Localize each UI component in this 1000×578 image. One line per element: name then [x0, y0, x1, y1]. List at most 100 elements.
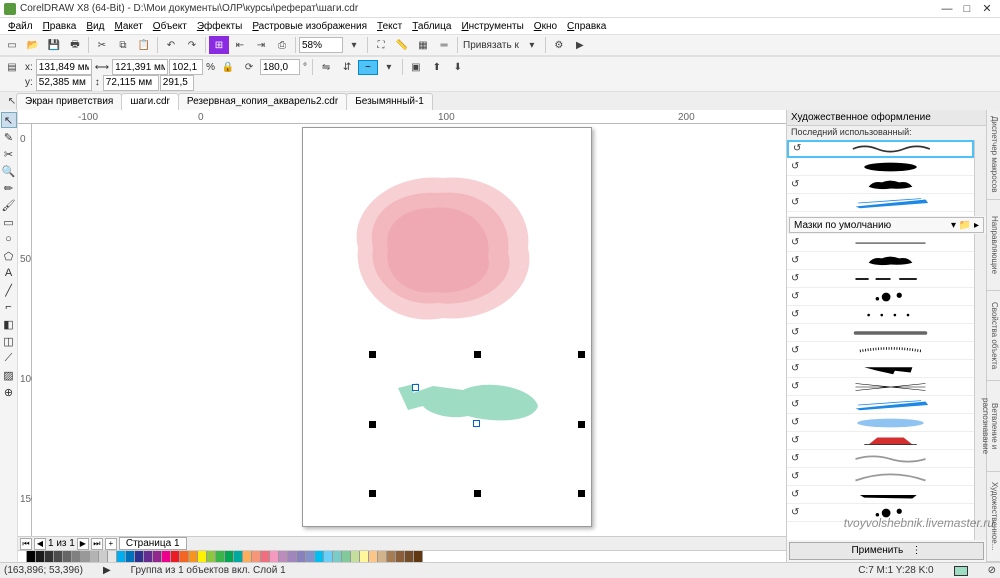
maximize-button[interactable]: □	[958, 2, 976, 16]
document-tab[interactable]: шаги.cdr	[121, 93, 179, 110]
ruler-horizontal[interactable]: -1000100200	[18, 110, 786, 124]
color-swatch[interactable]	[117, 551, 126, 562]
x-input[interactable]	[36, 59, 92, 75]
handle-nw[interactable]	[369, 351, 376, 358]
menu-объект[interactable]: Объект	[149, 21, 191, 32]
rotation-marker[interactable]	[412, 384, 419, 391]
color-swatch[interactable]	[387, 551, 396, 562]
mirror-h-button[interactable]: ⇋	[316, 58, 336, 76]
redo-button[interactable]: ↷	[182, 36, 202, 54]
text-tool[interactable]: A	[1, 265, 17, 281]
save-button[interactable]: 💾	[44, 36, 64, 54]
menu-инструменты[interactable]: Инструменты	[457, 21, 527, 32]
wrap-text-button[interactable]: ▣	[406, 58, 426, 76]
document-tab[interactable]: Безымянный-1	[346, 93, 433, 110]
freehand-tool[interactable]: ✏	[1, 180, 17, 196]
default-scrollbar[interactable]	[974, 234, 986, 540]
canvas-viewport[interactable]	[32, 124, 786, 536]
color-swatch[interactable]	[90, 551, 99, 562]
side-tab[interactable]: Ветвление и распознавание	[987, 381, 1000, 471]
brush-item[interactable]: ↺	[787, 252, 974, 270]
selection-center-marker[interactable]	[473, 420, 480, 427]
color-swatch[interactable]	[414, 551, 423, 562]
print-button[interactable]: 🖶	[65, 36, 85, 54]
color-swatch[interactable]	[234, 551, 243, 562]
brush-item[interactable]: ↺	[787, 270, 974, 288]
color-swatch[interactable]	[207, 551, 216, 562]
menu-правка[interactable]: Правка	[39, 21, 81, 32]
color-swatch[interactable]	[81, 551, 90, 562]
brush-item[interactable]: ↺	[787, 140, 974, 158]
color-swatch[interactable]	[198, 551, 207, 562]
brush-item[interactable]: ↺	[787, 414, 974, 432]
color-swatch[interactable]	[72, 551, 81, 562]
color-swatch[interactable]	[180, 551, 189, 562]
brush-item[interactable]: ↺	[787, 378, 974, 396]
color-swatch[interactable]	[108, 551, 117, 562]
color-swatch[interactable]	[99, 551, 108, 562]
color-swatch[interactable]	[63, 551, 72, 562]
color-swatch[interactable]	[153, 551, 162, 562]
color-swatch[interactable]	[270, 551, 279, 562]
document-tab[interactable]: Резервная_копия_акварель2.cdr	[178, 93, 347, 110]
color-swatch[interactable]	[369, 551, 378, 562]
w-input[interactable]	[112, 59, 168, 75]
color-swatch[interactable]	[351, 551, 360, 562]
menu-эффекты[interactable]: Эффекты	[193, 21, 246, 32]
brush-item[interactable]: ↺	[787, 468, 974, 486]
brush-item[interactable]: ↺	[787, 194, 974, 212]
y-input[interactable]	[36, 75, 92, 91]
handle-s[interactable]	[474, 490, 481, 497]
crop-tool[interactable]: ✂	[1, 146, 17, 162]
parallel-dim-tool[interactable]: ╱	[1, 282, 17, 298]
outline-none-icon[interactable]: ⊘	[988, 565, 996, 576]
color-swatch[interactable]	[18, 551, 27, 562]
minimize-button[interactable]: —	[938, 2, 956, 16]
grid-button[interactable]: ▦	[413, 36, 433, 54]
stroke-dropdown[interactable]: ▾	[379, 58, 399, 76]
export-button[interactable]: ⇥	[251, 36, 271, 54]
page-first-button[interactable]: ⏮	[20, 538, 32, 550]
menu-текст[interactable]: Текст	[373, 21, 406, 32]
brush-stroke-indicator[interactable]: ~	[358, 60, 378, 75]
brush-item[interactable]: ↺	[787, 360, 974, 378]
undo-button[interactable]: ↶	[161, 36, 181, 54]
recent-scrollbar[interactable]	[974, 140, 986, 216]
brush-item[interactable]: ↺	[787, 176, 974, 194]
zoom-dropdown[interactable]: ▾	[344, 36, 364, 54]
color-swatch[interactable]	[396, 551, 405, 562]
menu-файл[interactable]: Файл	[4, 21, 37, 32]
brush-item[interactable]: ↺	[787, 450, 974, 468]
zoom-input[interactable]	[299, 37, 343, 53]
paste-button[interactable]: 📋	[134, 36, 154, 54]
page-tab[interactable]: Страница 1	[119, 537, 187, 550]
rotation-input[interactable]	[260, 59, 300, 75]
handle-w[interactable]	[369, 421, 376, 428]
menu-макет[interactable]: Макет	[110, 21, 146, 32]
apply-button[interactable]: Применить ⋮	[789, 542, 984, 560]
menu-вид[interactable]: Вид	[82, 21, 108, 32]
order-front-button[interactable]: ⬆	[427, 58, 447, 76]
color-eyedropper-tool[interactable]: ⟋	[1, 350, 17, 366]
color-swatch[interactable]	[333, 551, 342, 562]
connector-tool[interactable]: ⌐	[1, 299, 17, 315]
mirror-v-button[interactable]: ⇵	[337, 58, 357, 76]
page-last-button[interactable]: ⏭	[91, 538, 103, 550]
page-next-button[interactable]: ▶	[77, 538, 89, 550]
handle-n[interactable]	[474, 351, 481, 358]
pink-watercolor-object[interactable]	[343, 168, 543, 328]
handle-se[interactable]	[578, 490, 585, 497]
guidelines-button[interactable]: ═	[434, 36, 454, 54]
color-swatch[interactable]	[54, 551, 63, 562]
brush-item[interactable]: ↺	[787, 306, 974, 324]
publish-pdf-button[interactable]: ⎙	[272, 36, 292, 54]
color-swatch[interactable]	[144, 551, 153, 562]
menu-растровые изображения[interactable]: Растровые изображения	[248, 21, 371, 32]
color-swatch[interactable]	[324, 551, 333, 562]
color-swatch[interactable]	[342, 551, 351, 562]
brush-item[interactable]: ↺	[787, 234, 974, 252]
transparency-tool[interactable]: ◫	[1, 333, 17, 349]
rulers-button[interactable]: 📏	[392, 36, 412, 54]
color-swatch[interactable]	[261, 551, 270, 562]
options-button[interactable]: ⚙	[549, 36, 569, 54]
